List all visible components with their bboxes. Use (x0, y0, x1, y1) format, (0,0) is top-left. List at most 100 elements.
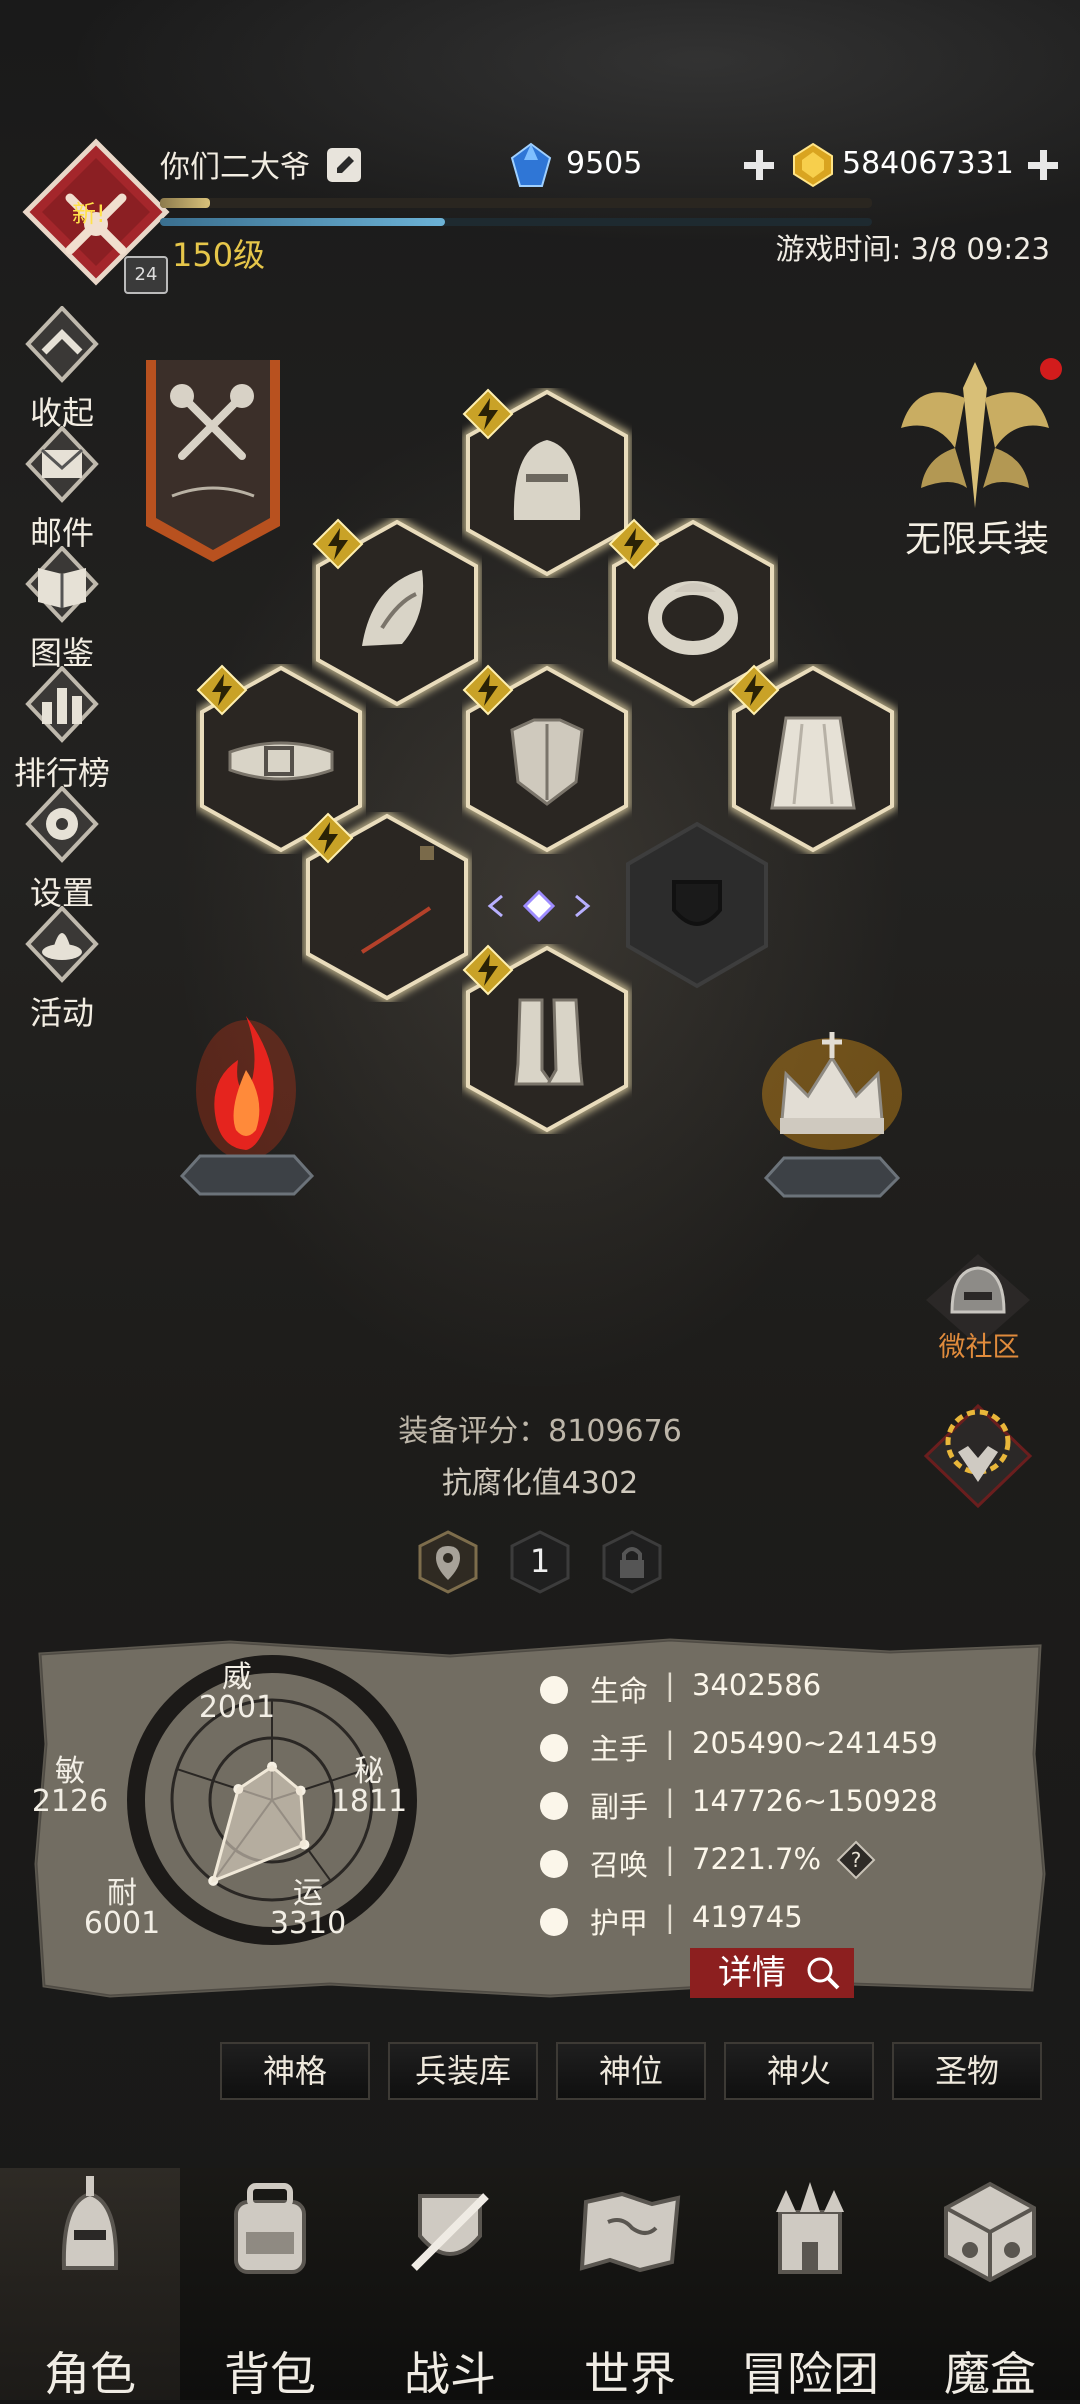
stat-value: 7221.7% (692, 1842, 822, 1876)
lightning-badge-icon (462, 664, 514, 716)
location-page-button[interactable] (416, 1530, 480, 1594)
cube-icon (944, 2181, 1036, 2283)
book-icon (25, 546, 99, 623)
page-number-button[interactable]: 1 (508, 1530, 572, 1594)
gold-value: 584067331 (842, 146, 1014, 181)
stat-value: 205490~241459 (692, 1726, 938, 1760)
gold-icon (793, 142, 833, 188)
radar-label: 威 2001 (177, 1652, 297, 1725)
nav-label: 战斗 (404, 2347, 496, 2401)
stat-label: 生命 (590, 1674, 649, 1708)
player-name: 你们二大爷 (160, 150, 310, 185)
nav-label: 背包 (224, 2347, 316, 2401)
nav-label: 魔盒 (944, 2347, 1036, 2401)
tab-button[interactable]: 圣物 (892, 2042, 1042, 2100)
notification-dot (1040, 358, 1062, 380)
helmet-icon (61, 2176, 119, 2270)
armor-icon (540, 1908, 568, 1936)
slot-weapon[interactable] (302, 812, 472, 1002)
tab-button[interactable]: 神位 (556, 2042, 706, 2100)
radar-stat-value: 3310 (269, 1906, 347, 1941)
stat-label: 副手 (590, 1790, 649, 1824)
nav-item[interactable]: 战斗 (360, 2168, 540, 2401)
crown-relic[interactable] (752, 1010, 912, 1220)
unlimited-gear-label: 无限兵装 (904, 519, 1049, 560)
add-gems-button[interactable] (742, 148, 776, 182)
gold-counter: 584067331 (790, 142, 1050, 188)
stat-separator: | (665, 1900, 675, 1934)
backpack-icon (234, 2183, 306, 2274)
lightning-badge-icon (728, 664, 780, 716)
slot-helmet[interactable] (462, 388, 632, 578)
swap-icon[interactable] (484, 886, 594, 926)
nav-item[interactable]: 角色 (0, 2168, 180, 2401)
radar-label: 耐 6001 (62, 1868, 182, 1941)
nav-item[interactable]: 冒险团 (720, 2168, 900, 2401)
stat-separator: | (665, 1726, 675, 1760)
stat-row: 召唤 | 7221.7% (540, 1842, 960, 1892)
stat-separator: | (665, 1842, 675, 1876)
nav-item[interactable]: 魔盒 (900, 2168, 1080, 2401)
tab-button[interactable]: 神格 (220, 2042, 370, 2100)
lightning-badge-icon (302, 812, 354, 864)
radar-stat-value: 2126 (31, 1784, 109, 1819)
sidebar-collapse[interactable]: 收起 (12, 306, 112, 432)
crest-button[interactable] (918, 1396, 1038, 1516)
collapse-icon (25, 306, 99, 383)
stat-row: 主手 | 205490~241459 (540, 1726, 960, 1776)
heart-icon (540, 1676, 568, 1704)
lightning-badge-icon (196, 664, 248, 716)
sidebar-events[interactable]: 活动 (12, 906, 112, 1032)
lightning-badge-icon (608, 518, 660, 570)
nav-item[interactable]: 背包 (180, 2168, 360, 2401)
nav-item[interactable]: 世界 (540, 2168, 720, 2401)
exp-bar (160, 198, 872, 208)
stat-label: 护甲 (590, 1906, 649, 1940)
stat-separator: | (665, 1668, 675, 1702)
sword-icon (540, 1734, 568, 1762)
castle-icon (776, 2182, 844, 2274)
radar-label: 秘 1811 (309, 1746, 429, 1819)
stat-row: 生命 | 3402586 (540, 1668, 960, 1718)
player-level: 150级 (172, 236, 266, 274)
locked-page-button[interactable] (600, 1530, 664, 1594)
lightning-badge-icon (462, 388, 514, 440)
fire-relic[interactable] (168, 980, 328, 1220)
equipment-score: 装备评分：8109676 (398, 1414, 682, 1449)
gem-icon (510, 142, 552, 187)
class-banner[interactable] (142, 356, 284, 566)
detail-button[interactable]: 详情 (690, 1948, 854, 1998)
summon-help-icon[interactable]: ? (836, 1840, 876, 1880)
stat-row: 副手 | 147726~150928 (540, 1784, 960, 1834)
sidebar-settings[interactable]: 设置 (12, 786, 112, 912)
mail-icon (25, 426, 99, 503)
sidebar-ranking[interactable]: 排行榜 (12, 666, 112, 792)
unlimited-gear-icon[interactable] (895, 358, 1055, 518)
community-label: 微社区 (938, 1332, 1020, 1363)
sidebar-codex[interactable]: 图鉴 (12, 546, 112, 672)
radar-label: 敏 2126 (10, 1746, 130, 1819)
mp-bar (160, 218, 872, 226)
tab-button[interactable]: 神火 (724, 2042, 874, 2100)
svg-text:?: ? (851, 1848, 862, 1872)
radar-label: 运 3310 (248, 1868, 368, 1941)
tab-button[interactable]: 兵装库 (388, 2042, 538, 2100)
radar-stat-value: 2001 (198, 1690, 276, 1725)
game-time: 游戏时间: 3/8 09:23 (775, 232, 1050, 266)
stat-row: 护甲 | 419745 (540, 1900, 960, 1950)
empty-shield-slot[interactable] (622, 820, 772, 990)
add-gold-button[interactable] (1026, 148, 1060, 182)
corruption-resistance: 抗腐化值4302 (441, 1466, 639, 1501)
stat-value: 3402586 (692, 1668, 822, 1702)
page-number: 1 (529, 1542, 551, 1580)
slot-boots[interactable] (462, 944, 632, 1134)
edit-name-icon[interactable] (325, 146, 363, 184)
stat-value: 419745 (692, 1900, 803, 1934)
map-icon (579, 2191, 681, 2273)
sidebar-mail[interactable]: 邮件 (12, 426, 112, 552)
radar-stat-value: 1811 (330, 1784, 408, 1819)
summon-icon (540, 1850, 568, 1878)
slot-chest[interactable] (462, 664, 632, 854)
sidebar-label: 活动 (29, 994, 94, 1032)
lightning-badge-icon (312, 518, 364, 570)
